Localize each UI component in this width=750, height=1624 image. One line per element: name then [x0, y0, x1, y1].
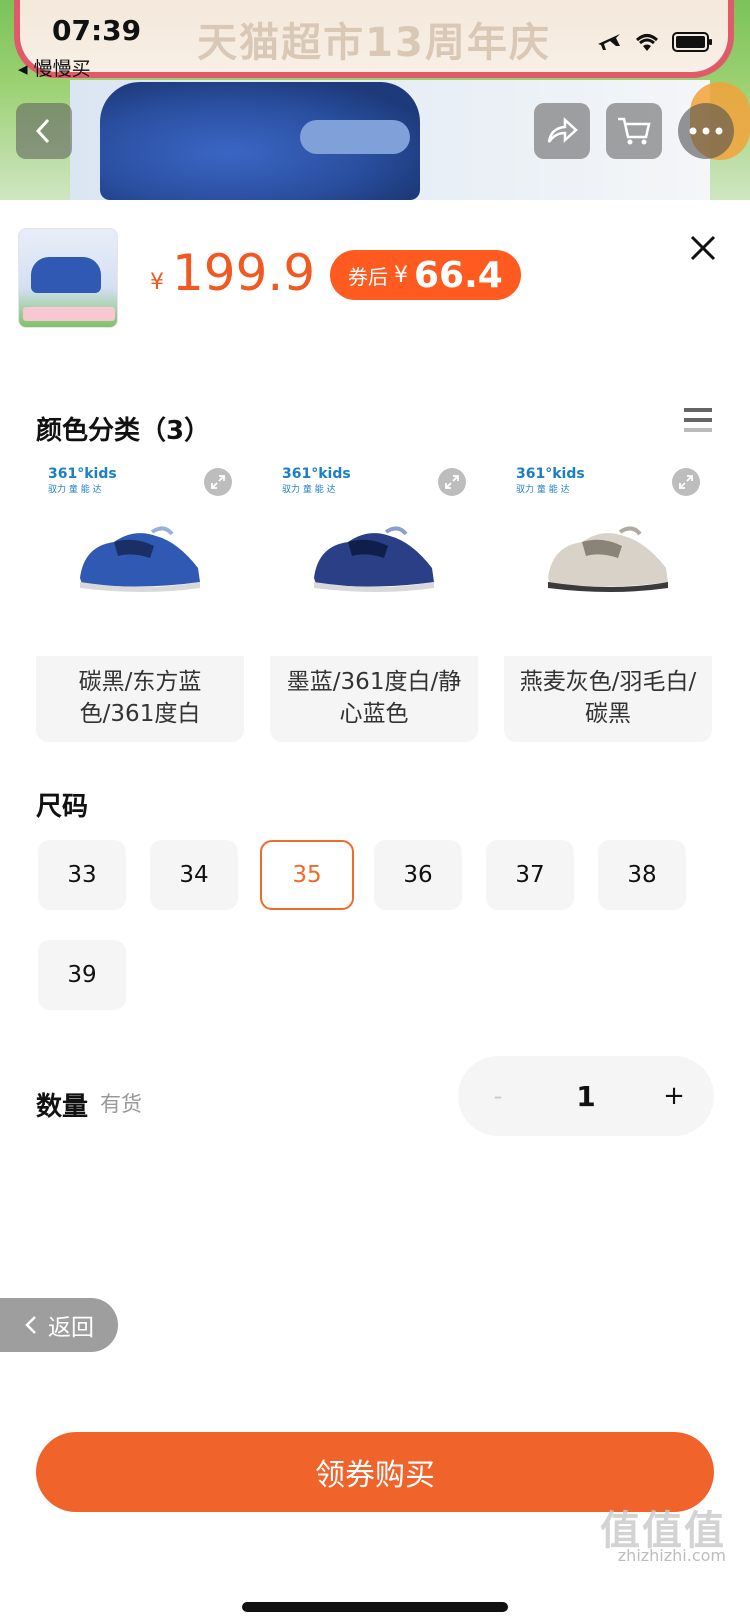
cart-button[interactable]	[606, 103, 662, 159]
brand-tagline: 驭力 童 能 达	[282, 485, 336, 495]
expand-icon[interactable]	[438, 468, 466, 496]
size-option-38[interactable]: 38	[598, 840, 686, 910]
chevron-left-icon	[25, 1316, 36, 1334]
color-section-title: 颜色分类（3）	[36, 416, 211, 446]
cart-icon	[618, 117, 651, 145]
color-option-2[interactable]: 361°kids 驭力 童 能 达 墨蓝/361度白/静心蓝色	[270, 456, 478, 742]
color-option-1[interactable]: 361°kids 驭力 童 能 达 碳黑/东方蓝色/361度白	[36, 456, 244, 742]
battery-icon	[672, 32, 712, 52]
status-icons	[596, 30, 714, 54]
chevron-left-icon	[35, 118, 50, 144]
watermark-url: zhizhizhi.com	[617, 1546, 726, 1565]
airplane-icon	[598, 34, 620, 50]
sku-selection-sheet: ¥ 199.9 券后 ¥ 66.4 颜色分类（3） 361°kids 驭力 童 …	[0, 200, 750, 1624]
return-label: 返回	[48, 1315, 94, 1341]
close-icon	[690, 235, 716, 261]
list-view-toggle[interactable]	[684, 406, 712, 434]
expand-icon[interactable]	[204, 468, 232, 496]
brand-tagline: 驭力 童 能 达	[48, 485, 102, 495]
more-dots-icon	[689, 127, 723, 135]
more-button[interactable]	[678, 103, 734, 159]
color-option-image: 361°kids 驭力 童 能 达	[504, 456, 712, 656]
shoe-image	[314, 526, 434, 592]
stock-status: 有货	[100, 1092, 142, 1116]
quantity-value[interactable]: 1	[538, 1056, 634, 1136]
status-time: 07:39	[52, 14, 142, 47]
shoe-image	[548, 526, 668, 592]
home-indicator[interactable]	[242, 1602, 508, 1612]
brand-logo: 361°kids	[48, 466, 117, 482]
size-option-35-selected[interactable]: 35	[260, 840, 354, 910]
product-page-background: 天猫超市13周年庆 07:39 ◂ 慢慢买	[0, 0, 750, 200]
brand-logo: 361°kids	[282, 466, 351, 482]
share-icon	[547, 117, 578, 143]
close-button[interactable]	[688, 233, 718, 263]
coupon-price-badge: 券后 ¥ 66.4	[330, 250, 521, 300]
return-button[interactable]: 返回	[0, 1298, 118, 1352]
price-amount: 199.9	[172, 244, 316, 302]
price-currency: ¥	[150, 270, 164, 295]
size-option-39[interactable]: 39	[38, 940, 126, 1010]
brand-tagline: 驭力 童 能 达	[516, 485, 570, 495]
color-option-image: 361°kids 驭力 童 能 达	[36, 456, 244, 656]
size-option-37[interactable]: 37	[486, 840, 574, 910]
thumbnail-shoe	[31, 257, 101, 293]
coupon-amount: 66.4	[414, 254, 503, 296]
share-button[interactable]	[534, 103, 590, 159]
size-option-34[interactable]: 34	[150, 840, 238, 910]
color-option-label: 碳黑/东方蓝色/361度白	[78, 669, 202, 727]
color-option-label: 墨蓝/361度白/静心蓝色	[286, 669, 462, 727]
product-shoe-strap	[300, 120, 410, 154]
thumbnail-promo-bar	[23, 307, 115, 321]
quantity-stepper: - 1 +	[458, 1056, 714, 1136]
wifi-icon	[635, 34, 659, 51]
quantity-title: 数量	[36, 1092, 89, 1122]
color-option-3[interactable]: 361°kids 驭力 童 能 达 燕麦灰色/羽毛白/碳黑	[504, 456, 712, 742]
decrement-button[interactable]: -	[458, 1056, 538, 1136]
nav-back-button[interactable]	[16, 103, 72, 159]
status-back-to-app[interactable]: ◂ 慢慢买	[18, 54, 91, 81]
size-option-36[interactable]: 36	[374, 840, 462, 910]
list-icon	[684, 408, 712, 432]
coupon-label: 券后	[348, 264, 388, 289]
coupon-currency: ¥	[394, 262, 408, 288]
shoe-image	[80, 526, 200, 592]
product-thumbnail[interactable]	[18, 228, 118, 328]
size-section-title: 尺码	[36, 792, 89, 822]
size-option-33[interactable]: 33	[38, 840, 126, 910]
brand-logo: 361°kids	[516, 466, 585, 482]
color-option-image: 361°kids 驭力 童 能 达	[270, 456, 478, 656]
color-option-label: 燕麦灰色/羽毛白/碳黑	[519, 669, 697, 727]
expand-icon[interactable]	[672, 468, 700, 496]
increment-button[interactable]: +	[634, 1056, 714, 1136]
